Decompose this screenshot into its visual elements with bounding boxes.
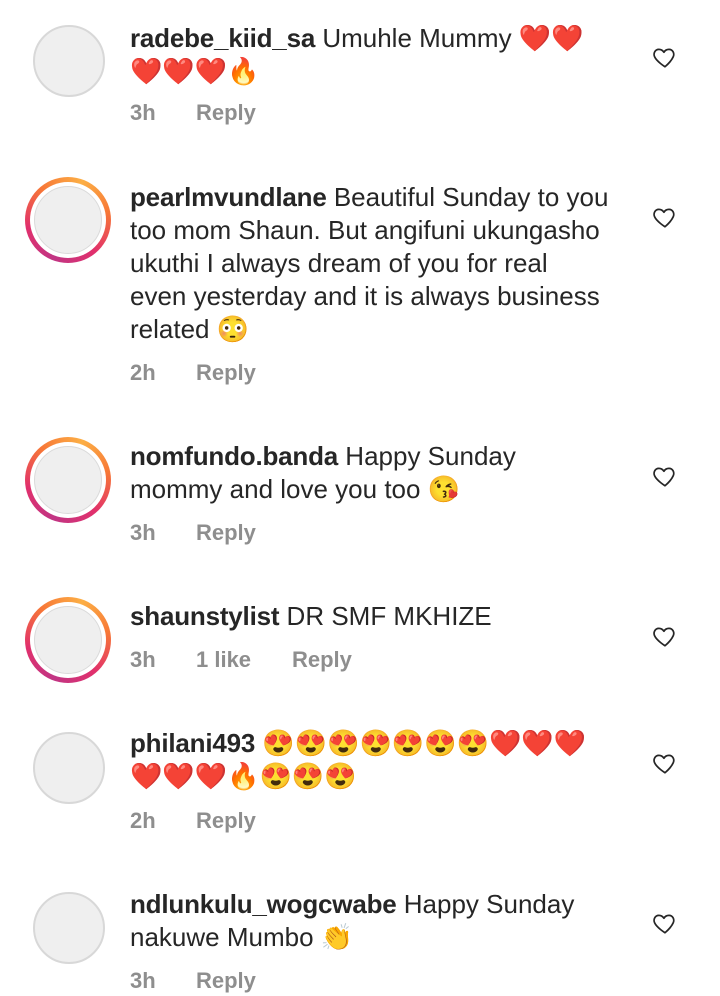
heart-outline-icon[interactable] [652, 623, 678, 649]
reply-button[interactable]: Reply [196, 360, 256, 386]
avatar[interactable] [33, 25, 105, 97]
comment-meta: 3h Reply [130, 520, 256, 546]
comment-meta: 3h Reply [130, 100, 256, 126]
avatar[interactable] [25, 597, 111, 683]
reply-button[interactable]: Reply [292, 647, 352, 673]
heart-outline-icon[interactable] [652, 463, 678, 489]
comment-username[interactable]: shaunstylist [130, 601, 280, 631]
comment-time: 2h [130, 808, 156, 833]
comment-meta: 3h Reply [130, 968, 256, 994]
comment-likes[interactable]: 1 like [196, 647, 292, 673]
comment-username[interactable]: nomfundo.banda [130, 441, 338, 471]
avatar[interactable] [25, 437, 111, 523]
comment-username[interactable]: ndlunkulu_wogcwabe [130, 889, 397, 919]
comment-username[interactable]: pearlmvundlane [130, 182, 327, 212]
comment-time: 3h [130, 968, 156, 993]
comment-text: nomfundo.banda Happy Sunday mommy and lo… [130, 440, 610, 506]
comment-time: 3h [130, 647, 156, 672]
comment-text: shaunstylist DR SMF MKHIZE [130, 600, 610, 633]
comment-meta: 2h Reply [130, 808, 256, 834]
reply-button[interactable]: Reply [196, 520, 256, 546]
comment-text: pearlmvundlane Beautiful Sunday to you t… [130, 181, 610, 346]
heart-outline-icon[interactable] [652, 910, 678, 936]
comment-time: 2h [130, 360, 156, 385]
comment-text: ndlunkulu_wogcwabe Happy Sunday nakuwe M… [130, 888, 610, 954]
comment-text: radebe_kiid_sa Umuhle Mummy ❤️❤️❤️❤️❤️🔥 [130, 22, 610, 88]
heart-outline-icon[interactable] [652, 204, 678, 230]
comment-time: 3h [130, 100, 156, 125]
heart-outline-icon[interactable] [652, 44, 678, 70]
heart-outline-icon[interactable] [652, 750, 678, 776]
comment-meta: 2h Reply [130, 360, 256, 386]
reply-button[interactable]: Reply [196, 100, 256, 126]
avatar[interactable] [33, 892, 105, 964]
avatar[interactable] [25, 177, 111, 263]
comment-text: philani493 😍😍😍😍😍😍😍❤️❤️❤️❤️❤️❤️🔥😍😍😍 [130, 727, 610, 793]
reply-button[interactable]: Reply [196, 968, 256, 994]
reply-button[interactable]: Reply [196, 808, 256, 834]
comment-username[interactable]: radebe_kiid_sa [130, 23, 315, 53]
comment-time: 3h [130, 520, 156, 545]
avatar[interactable] [33, 732, 105, 804]
comment-meta: 3h 1 like Reply [130, 647, 352, 673]
comment-username[interactable]: philani493 [130, 728, 255, 758]
comment-body: DR SMF MKHIZE [286, 601, 492, 631]
